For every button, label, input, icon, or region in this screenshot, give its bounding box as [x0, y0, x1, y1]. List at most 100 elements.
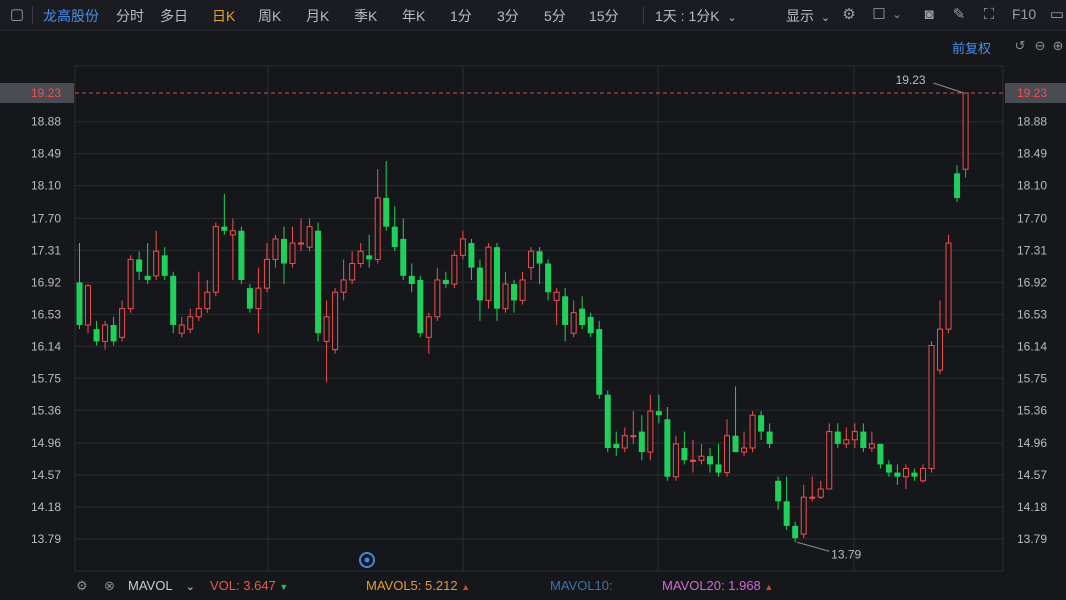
- y-tick-label-right: 18.88: [1017, 115, 1047, 129]
- chevron-down-icon: ⌄: [185, 581, 195, 593]
- candle-body: [775, 480, 782, 502]
- mavol20-readout: MAVOL20: 1.968 ▲: [662, 578, 773, 593]
- candle-body: [476, 267, 483, 301]
- close-icon[interactable]: ⊗: [104, 578, 115, 594]
- candle-body: [349, 263, 356, 281]
- candle-body: [195, 308, 202, 318]
- last-price-value-right: 19.23: [1017, 86, 1047, 100]
- candle-body: [954, 173, 961, 198]
- candle-body: [170, 275, 177, 326]
- mavol10-readout: MAVOL10:: [550, 578, 613, 593]
- candle-body: [579, 308, 586, 326]
- candle-body: [400, 238, 407, 276]
- last-price-value-left: 19.23: [31, 86, 61, 100]
- candle-body: [187, 316, 194, 330]
- y-tick-label-right: 16.53: [1017, 307, 1047, 321]
- indicator-name: MAVOL: [128, 578, 173, 593]
- candle-body: [391, 226, 398, 248]
- candle-body: [127, 258, 134, 310]
- vol-value: 3.647: [243, 578, 276, 593]
- candle-body: [374, 197, 381, 260]
- mavol5-readout: MAVOL5: 5.212 ▲: [366, 578, 470, 593]
- max-pointer: [933, 82, 964, 94]
- candle-body: [638, 431, 645, 453]
- y-tick-label-right: 14.57: [1017, 468, 1047, 482]
- candle-body: [613, 443, 620, 448]
- candle-body: [161, 255, 168, 276]
- candle-body: [741, 447, 748, 453]
- candle-body: [102, 324, 109, 342]
- candle-body: [630, 435, 637, 438]
- candle-body: [877, 443, 884, 465]
- candle-body: [136, 259, 143, 272]
- candle-body: [485, 246, 492, 301]
- indicator-select[interactable]: MAVOL ⌄: [128, 578, 195, 593]
- candle-body: [783, 501, 790, 526]
- candle-body: [298, 242, 305, 245]
- candle-body: [425, 316, 432, 338]
- candle-body: [110, 325, 117, 342]
- candle-body: [843, 439, 850, 445]
- candle-body: [383, 197, 390, 227]
- candle-body: [417, 279, 424, 334]
- candle-body: [263, 258, 270, 289]
- candle-body: [706, 456, 713, 465]
- mavol20-value: 1.968: [728, 578, 761, 593]
- candle-body: [528, 250, 535, 269]
- candle-body: [306, 226, 313, 248]
- candle-body: [664, 419, 671, 477]
- y-tick-label-right: 18.10: [1017, 179, 1047, 193]
- y-tick-label-left: 13.79: [31, 532, 61, 546]
- candle-body: [834, 431, 841, 444]
- y-tick-label-left: 18.10: [31, 179, 61, 193]
- candle-body: [655, 411, 662, 416]
- mavol5-value: 5.212: [425, 578, 458, 593]
- up-arrow-icon: ▲: [764, 582, 774, 592]
- candle-body: [545, 263, 552, 293]
- candle-body: [178, 324, 185, 334]
- candle-body: [689, 459, 696, 462]
- candle-body: [332, 291, 339, 351]
- y-tick-label-left: 17.31: [31, 243, 61, 257]
- y-tick-label-right: 17.70: [1017, 211, 1047, 225]
- candle-body: [144, 275, 151, 280]
- candle-body: [289, 242, 296, 265]
- candle-body: [562, 296, 569, 326]
- candle-body: [502, 283, 509, 310]
- y-tick-label-right: 15.36: [1017, 403, 1047, 417]
- candle-body: [553, 291, 560, 301]
- candle-body: [221, 226, 228, 231]
- candle-body: [76, 282, 83, 326]
- y-tick-label-left: 14.18: [31, 500, 61, 514]
- candle-body: [698, 455, 705, 461]
- candle-body: [459, 238, 466, 256]
- candle-body: [937, 328, 944, 371]
- candle-body: [792, 525, 799, 539]
- y-tick-label-right: 13.79: [1017, 532, 1047, 546]
- candle-body: [204, 291, 211, 310]
- candle-body: [962, 92, 969, 170]
- candle-body: [809, 496, 816, 499]
- candle-body: [434, 279, 441, 318]
- candle-body: [851, 431, 858, 441]
- candle-body: [255, 287, 262, 310]
- candle-body: [800, 496, 807, 535]
- y-tick-label-left: 18.88: [31, 115, 61, 129]
- candle-body: [596, 329, 603, 395]
- candle-body: [315, 230, 322, 334]
- candlestick-chart[interactable]: 19.23 19.23 18.88 18.88 18.49 18.49 18.10 18.10…: [0, 0, 1066, 600]
- candle-body: [919, 467, 926, 482]
- y-tick-label-right: 18.49: [1017, 147, 1047, 161]
- event-marker-dot: [364, 557, 370, 563]
- indicator-bar: ⚙ ⊗ MAVOL ⌄ VOL: 3.647 ▼ MAVOL5: 5.212 ▲…: [0, 572, 1066, 600]
- vol-label: VOL:: [210, 578, 240, 593]
- y-tick-label-right: 15.75: [1017, 371, 1047, 385]
- y-tick-label-right: 17.31: [1017, 243, 1047, 257]
- gear-icon[interactable]: ⚙: [76, 578, 88, 594]
- candle-body: [357, 250, 364, 265]
- candle-body: [885, 464, 892, 473]
- candle-body: [119, 308, 126, 338]
- candle-body: [570, 312, 577, 334]
- y-tick-label-right: 16.92: [1017, 275, 1047, 289]
- candle-body: [860, 431, 867, 448]
